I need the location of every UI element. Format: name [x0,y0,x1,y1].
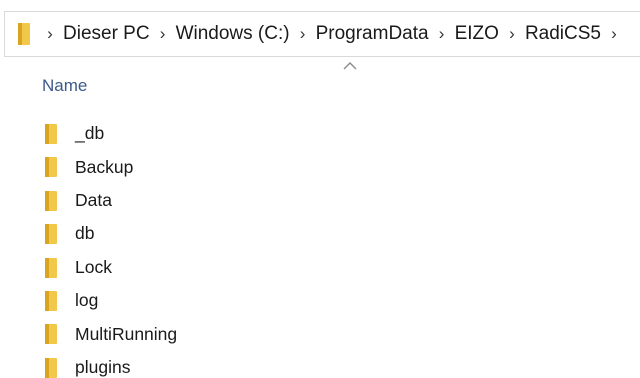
list-item[interactable]: Backup [0,150,640,183]
breadcrumb-item-dieser-pc[interactable]: Dieser PC [63,11,150,57]
folder-name: Data [75,189,112,210]
column-header-name[interactable]: Name [42,76,87,96]
folder-name: log [75,290,99,311]
file-list: _db Backup Data db Lock log MultiRunning… [0,117,640,378]
list-item[interactable]: MultiRunning [0,317,640,350]
folder-name: MultiRunning [75,323,178,344]
list-item[interactable]: Lock [0,251,640,284]
folder-name: Backup [75,156,134,177]
list-item[interactable]: log [0,284,640,317]
folder-icon [44,257,66,278]
sort-ascending-icon [341,58,359,72]
chevron-right-icon[interactable]: › [429,11,455,57]
folder-icon [44,224,66,245]
file-explorer-window: › Dieser PC › Windows (C:) › ProgramData… [0,0,640,378]
chevron-right-icon[interactable]: › [150,11,176,57]
list-item[interactable]: _db [0,117,640,150]
list-item[interactable]: db [0,217,640,250]
folder-icon [44,357,66,378]
breadcrumb-item-radics5[interactable]: RadiCS5 [525,11,601,57]
chevron-right-icon[interactable]: › [601,11,627,57]
folder-name: Lock [75,256,112,277]
chevron-right-icon[interactable]: › [499,11,525,57]
folder-name: _db [75,123,105,144]
folder-icon [44,124,66,144]
folder-icon [44,324,66,345]
chevron-right-icon[interactable]: › [37,11,63,57]
folder-name: plugins [75,356,131,377]
breadcrumb-item-eizo[interactable]: EIZO [455,11,499,57]
folder-name: db [75,223,95,244]
folder-icon [44,290,66,311]
breadcrumb-item-windows-c[interactable]: Windows (C:) [176,11,290,57]
breadcrumb[interactable]: › Dieser PC › Windows (C:) › ProgramData… [4,11,640,57]
list-item[interactable]: Data [0,184,640,217]
chevron-right-icon[interactable]: › [290,11,316,57]
folder-icon [44,157,66,178]
folder-icon [44,190,66,211]
list-item[interactable]: plugins [0,351,640,378]
breadcrumb-item-programdata[interactable]: ProgramData [316,11,429,57]
folder-icon [17,23,33,45]
